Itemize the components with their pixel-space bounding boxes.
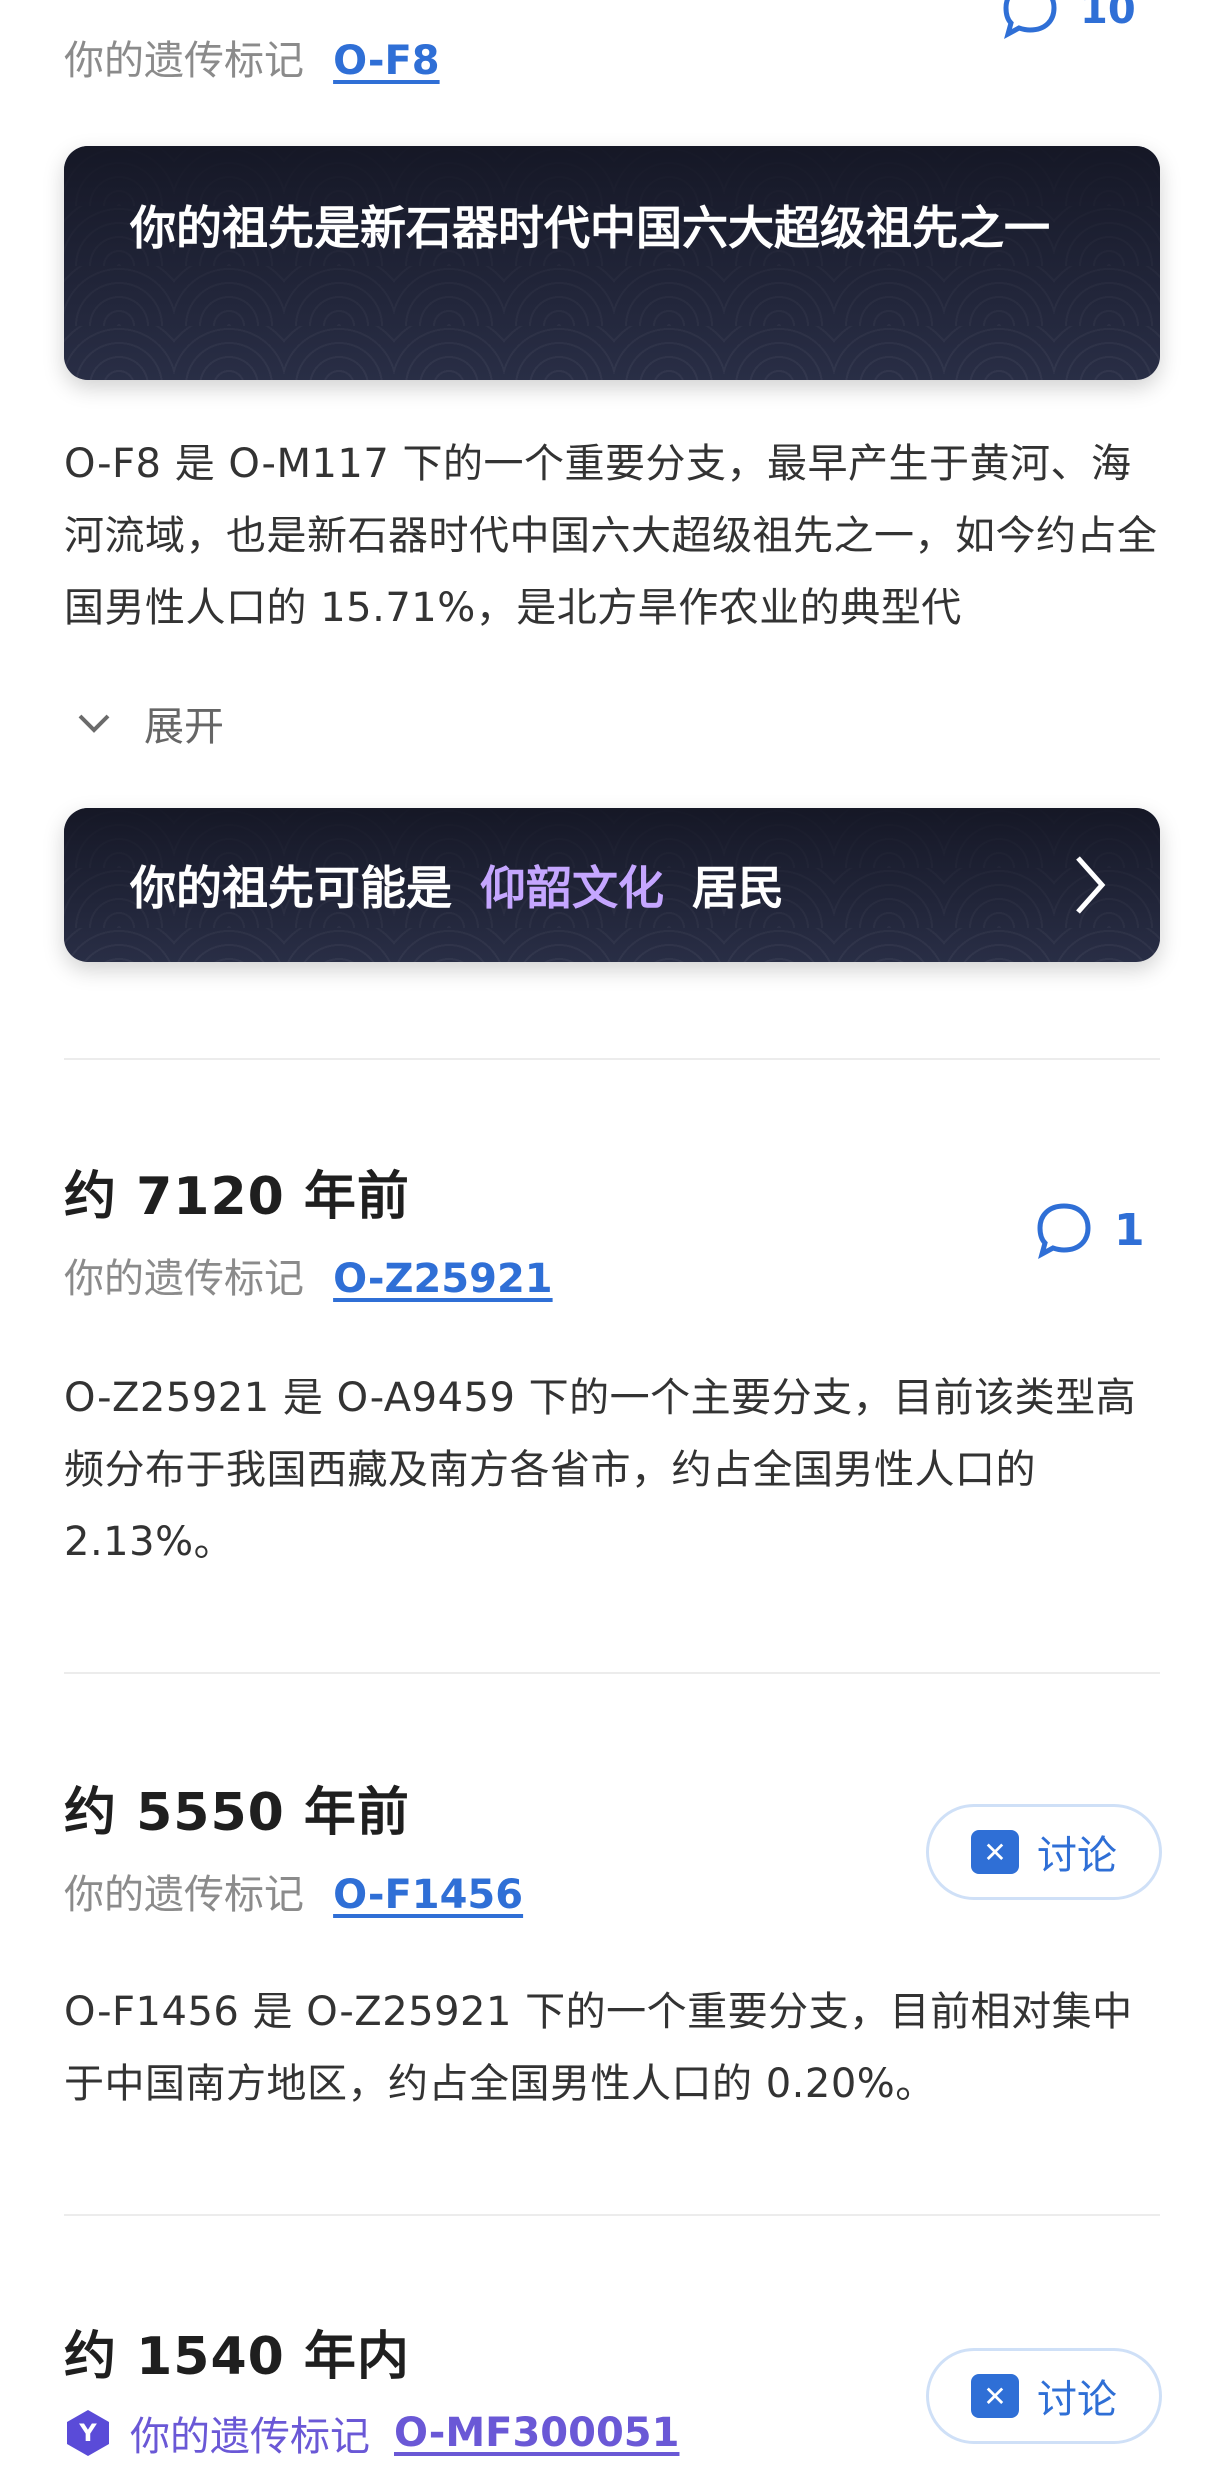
discuss-icon: ✕ [971, 2374, 1019, 2418]
section-text: O-F1456 是 O-Z25921 下的一个重要分支，目前相对集中于中国南方地… [64, 1989, 1133, 2107]
culture-banner[interactable]: 你的祖先可能是 仰韶文化 居民 [64, 808, 1160, 962]
section-title: 约 7120 年前 [64, 1167, 410, 1227]
culture-highlight: 仰韶文化 [480, 861, 664, 915]
intro-text: O-F8 是 O-M117 下的一个重要分支，最早产生于黄河、海河流域，也是新石… [64, 441, 1158, 631]
marker-code-link[interactable]: O-F8 [333, 38, 440, 84]
marker-code-link[interactable]: O-MF300051 [394, 2410, 679, 2456]
marker-row: 你的遗传标记 O-F1456 [64, 1862, 523, 1920]
comment-count: 10 [1080, 0, 1136, 33]
chevron-right-icon [1076, 856, 1106, 914]
culture-suffix: 居民 [692, 861, 784, 915]
badge-letter: Y [78, 2419, 97, 2447]
comment-count: 1 [1114, 1204, 1145, 1256]
marker-label: 你的遗传标记 [64, 38, 304, 84]
marker-label: 你的遗传标记 [64, 1256, 304, 1302]
discuss-label: 讨论 [1037, 1833, 1117, 1879]
y-badge-icon: Y [67, 2410, 109, 2456]
marker-row: Y 你的遗传标记 O-MF300051 [64, 2404, 679, 2462]
marker-row: 你的遗传标记 O-Z25921 [64, 1246, 553, 1304]
banner-title: 你的祖先是新石器时代中国六大超级祖先之一 [130, 201, 1050, 255]
divider [64, 1058, 1160, 1060]
marker-label: 你的遗传标记 [130, 2414, 370, 2460]
marker-code-link[interactable]: O-Z25921 [333, 1256, 553, 1302]
comment-button-top[interactable]: 10 [1000, 0, 1136, 40]
comment-icon [1003, 0, 1057, 40]
marker-row-top: 你的遗传标记 O-F8 [64, 28, 440, 86]
divider [64, 1672, 1160, 1674]
expand-toggle[interactable]: 展开 [74, 694, 224, 752]
marker-label: 你的遗传标记 [64, 1872, 304, 1918]
comment-icon [1037, 1203, 1091, 1260]
discuss-icon: ✕ [971, 1830, 1019, 1874]
discuss-button[interactable]: ✕ 讨论 [926, 1804, 1162, 1900]
marker-code-link[interactable]: O-F1456 [333, 1872, 523, 1918]
culture-prefix: 你的祖先可能是 [130, 861, 452, 915]
chevron-down-icon [78, 714, 110, 733]
ancestor-banner: 你的祖先是新石器时代中国六大超级祖先之一 [64, 146, 1160, 380]
section-text: O-Z25921 是 O-A9459 下的一个主要分支，目前该类型高频分布于我国… [64, 1375, 1137, 1565]
culture-line: 你的祖先可能是 仰韶文化 居民 [130, 852, 784, 918]
section-title: 约 1540 年内 [64, 2327, 410, 2387]
comment-button[interactable]: 1 [1034, 1200, 1145, 1260]
divider [64, 2214, 1160, 2216]
expand-label: 展开 [144, 704, 224, 750]
discuss-button[interactable]: ✕ 讨论 [926, 2348, 1162, 2444]
discuss-label: 讨论 [1037, 2377, 1117, 2423]
section-title: 约 5550 年前 [64, 1783, 410, 1843]
